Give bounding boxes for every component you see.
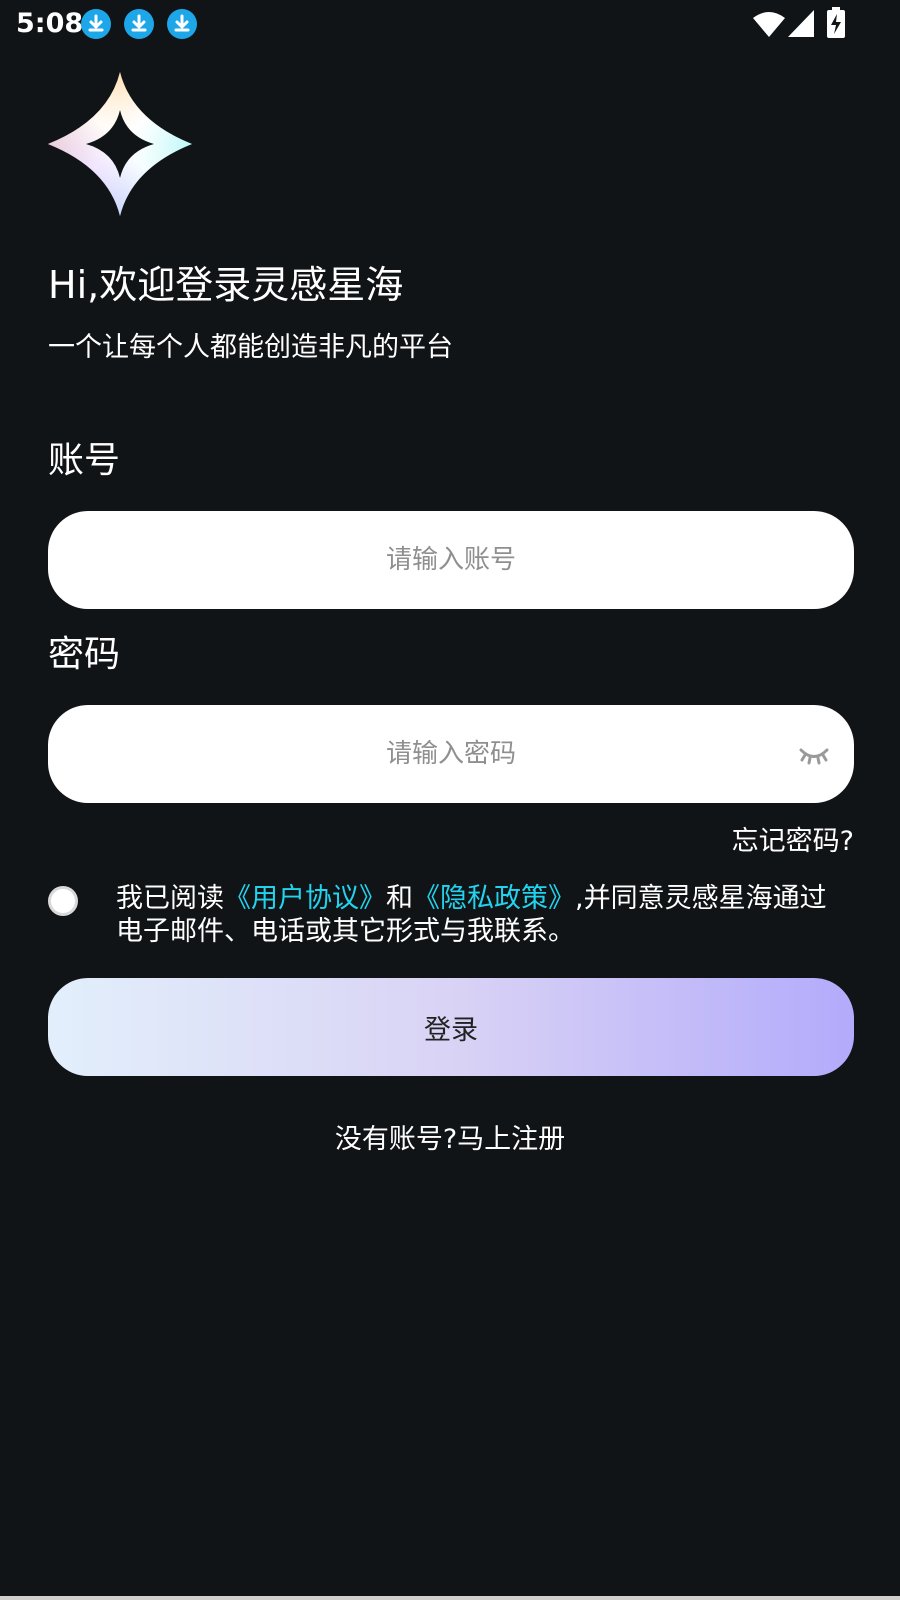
wifi-icon (753, 12, 785, 37)
download-icon (124, 9, 154, 39)
account-label: 账号 (48, 440, 121, 481)
star-logo-icon (48, 72, 192, 216)
download-icon (81, 9, 111, 39)
agreement-text: 我已阅读《用户协议》和《隐私政策》,并同意灵感星海通过电子邮件、电话或其它形式与… (116, 882, 852, 948)
signal-icon (788, 10, 814, 37)
eye-closed-icon[interactable] (798, 739, 830, 769)
status-time: 5:08 (16, 8, 84, 39)
battery-charging-icon (827, 7, 845, 38)
welcome-title: Hi,欢迎登录灵感星海 (48, 263, 404, 307)
user-agreement-link[interactable]: 《用户协议》 (224, 883, 386, 914)
agreement-prefix: 我已阅读 (116, 883, 224, 914)
download-icon (167, 9, 197, 39)
account-input[interactable] (48, 511, 854, 609)
welcome-subtitle: 一个让每个人都能创造非凡的平台 (48, 332, 453, 363)
agreement-middle: 和 (386, 883, 413, 914)
login-button[interactable]: 登录 (48, 978, 854, 1076)
password-label: 密码 (48, 634, 121, 675)
status-bar: 5:08 (0, 0, 900, 48)
account-input-container (48, 511, 854, 609)
agreement-checkbox[interactable] (48, 886, 78, 916)
privacy-policy-link[interactable]: 《隐私政策》 (413, 883, 575, 914)
forgot-password-link[interactable]: 忘记密码? (732, 822, 854, 862)
password-input[interactable] (48, 705, 854, 803)
register-link[interactable]: 没有账号?马上注册 (0, 1120, 900, 1160)
navigation-bar (0, 1596, 900, 1600)
password-input-container (48, 705, 854, 803)
